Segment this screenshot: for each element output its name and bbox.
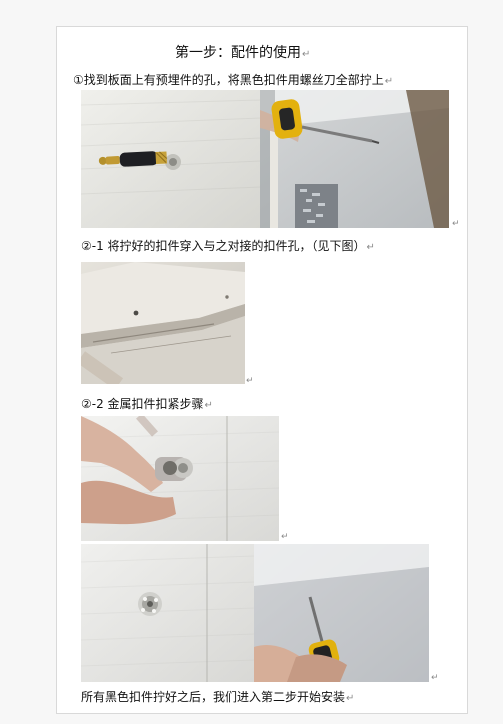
paragraph-mark: ↵ [384,76,394,87]
document-page: 第一步：配件的使用↵ ①找到板面上有预埋件的孔，将黑色扣件用螺丝刀全部拧上↵ ↵… [56,26,468,714]
step-title: 第一步：配件的使用↵ [175,46,310,60]
paragraph-mark: ↵ [281,532,289,542]
closing-line: 所有黑色扣件拧好之后，我们进入第二步开始安装↵ [81,691,354,704]
intro-line-text: ①找到板面上有预埋件的孔，将黑色扣件用螺丝刀全部拧上 [73,73,384,87]
intro-line: ①找到板面上有预埋件的孔，将黑色扣件用螺丝刀全部拧上↵ [73,74,393,87]
section-2-1-text: ②-1 将拧好的扣件穿入与之对接的扣件孔，（见下图） [81,239,366,253]
step-title-text: 第一步：配件的使用 [175,45,301,61]
paragraph-mark: ↵ [246,376,254,386]
photo-board-connection [81,262,245,384]
photo-fastener-in-hole [81,544,255,682]
paragraph-mark: ↵ [366,242,375,253]
section-2-2: ②-2 金属扣件扣紧步骤↵ [81,398,213,411]
section-2-2-text: ②-2 金属扣件扣紧步骤 [81,397,204,411]
paragraph-mark: ↵ [452,219,460,229]
photo-screwdriver-tightening [254,544,429,682]
closing-line-text: 所有黑色扣件拧好之后，我们进入第二步开始安装 [81,690,346,704]
paragraph-mark: ↵ [302,49,311,60]
paragraph-mark: ↵ [431,673,439,683]
paragraph-mark: ↵ [204,400,213,411]
paragraph-mark: ↵ [346,693,355,704]
photo-screwdriver-install [260,90,449,228]
photo-fastener-on-board [81,90,261,228]
photo-metal-fastener-hand [81,416,279,541]
section-2-1: ②-1 将拧好的扣件穿入与之对接的扣件孔，（见下图）↵ [81,240,375,253]
